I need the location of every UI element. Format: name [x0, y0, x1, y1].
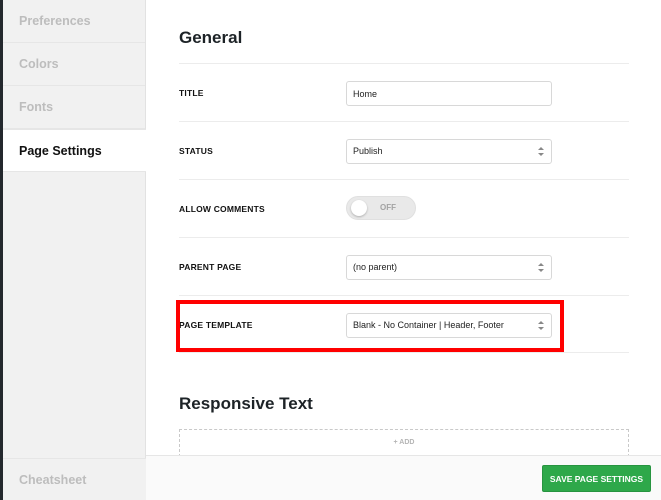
select-arrows-icon: [538, 263, 544, 272]
sidebar-item-preferences[interactable]: Preferences: [3, 0, 145, 43]
select-arrows-icon: [538, 147, 544, 156]
status-label: STATUS: [179, 146, 213, 156]
page-template-select[interactable]: Blank - No Container | Header, Footer: [346, 313, 552, 338]
title-row: TITLE: [179, 63, 629, 121]
title-input[interactable]: [346, 81, 552, 106]
footer-bar: SAVE PAGE SETTINGS: [146, 455, 661, 500]
settings-sidebar: Preferences Colors Fonts Page Settings C…: [3, 0, 146, 500]
sidebar-item-fonts[interactable]: Fonts: [3, 86, 145, 129]
comments-row: ALLOW COMMENTS OFF: [179, 179, 629, 237]
page-template-row: PAGE TEMPLATE Blank - No Container | Hea…: [179, 295, 629, 353]
sidebar-item-cheatsheet[interactable]: Cheatsheet: [3, 458, 146, 500]
comments-label: ALLOW COMMENTS: [179, 204, 265, 214]
allow-comments-toggle[interactable]: OFF: [346, 196, 416, 220]
status-row: STATUS Publish: [179, 121, 629, 179]
page-template-select-value: Blank - No Container | Header, Footer: [353, 320, 504, 330]
parent-page-select-value: (no parent): [353, 262, 398, 272]
responsive-text-title: Responsive Text: [179, 394, 313, 413]
general-section-title: General: [179, 28, 243, 47]
parent-page-row: PARENT PAGE (no parent): [179, 237, 629, 295]
status-select[interactable]: Publish: [346, 139, 552, 164]
status-select-value: Publish: [353, 146, 383, 156]
settings-panel: General TITLE STATUS Publish ALLOW COMME…: [146, 0, 661, 500]
select-arrows-icon: [538, 321, 544, 330]
add-responsive-text-button[interactable]: + ADD: [179, 429, 629, 457]
title-label: TITLE: [179, 88, 204, 98]
parent-page-select[interactable]: (no parent): [346, 255, 552, 280]
page-template-label: PAGE TEMPLATE: [179, 320, 253, 330]
toggle-state-text: OFF: [380, 203, 396, 212]
sidebar-item-page-settings[interactable]: Page Settings: [3, 129, 146, 172]
sidebar-item-colors[interactable]: Colors: [3, 43, 145, 86]
save-page-settings-button[interactable]: SAVE PAGE SETTINGS: [542, 465, 651, 492]
parent-page-label: PARENT PAGE: [179, 262, 242, 272]
toggle-knob: [351, 200, 367, 216]
